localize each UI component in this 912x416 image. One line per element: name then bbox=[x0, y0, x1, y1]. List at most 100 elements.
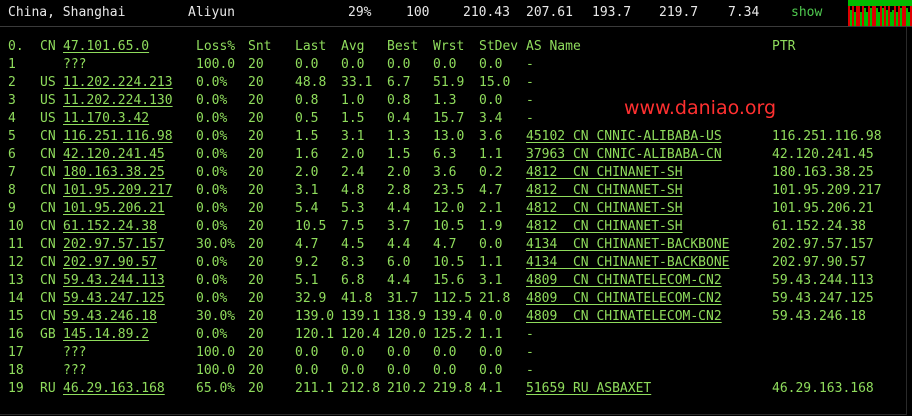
cell-sent: 20 bbox=[248, 111, 264, 126]
cell-last: 120.1 bbox=[295, 327, 335, 342]
header-sent: Snt bbox=[248, 39, 272, 54]
cell-worst: 12.0 bbox=[433, 201, 465, 216]
cell-country: CN bbox=[40, 165, 56, 180]
cell-best: 31.7 bbox=[387, 291, 419, 306]
cell-ptr: 42.120.241.45 bbox=[772, 147, 874, 162]
cell-worst: 10.5 bbox=[433, 219, 465, 234]
cell-worst: 125.2 bbox=[433, 327, 473, 342]
cell-best: 0.4 bbox=[387, 111, 411, 126]
cell-last: 48.8 bbox=[295, 75, 327, 90]
cell-avg: 3.1 bbox=[341, 129, 365, 144]
cell-hop: 2 bbox=[8, 75, 16, 90]
cell-sent: 20 bbox=[248, 273, 264, 288]
cell-loss: 0.0% bbox=[196, 183, 228, 198]
cell-stdev: 2.1 bbox=[479, 201, 503, 216]
cell-ptr: 46.29.163.168 bbox=[772, 381, 874, 396]
cell-best: 0.0 bbox=[387, 363, 411, 378]
cell-hop: 1 bbox=[8, 57, 16, 72]
cell-ptr: 59.43.246.18 bbox=[772, 309, 866, 324]
cell-avg: 7.5 bbox=[341, 219, 365, 234]
cell-loss: 0.0% bbox=[196, 255, 228, 270]
cell-sent: 20 bbox=[248, 237, 264, 252]
cell-last: 4.7 bbox=[295, 237, 319, 252]
cell-sent: 20 bbox=[248, 201, 264, 216]
cell-worst: 10.5 bbox=[433, 255, 465, 270]
cell-hop: 19 bbox=[8, 381, 24, 396]
show-toggle[interactable]: show bbox=[791, 5, 822, 20]
cell-avg: 139.1 bbox=[341, 309, 381, 324]
cell-stdev: 0.0 bbox=[479, 237, 503, 252]
cell-last: 3.1 bbox=[295, 183, 319, 198]
provider-label: Aliyun bbox=[188, 5, 235, 20]
cell-best: 0.0 bbox=[387, 57, 411, 72]
cell-avg: 2.0 bbox=[341, 147, 365, 162]
cell-hop: 10 bbox=[8, 219, 24, 234]
cell-ptr: 101.95.209.217 bbox=[772, 183, 882, 198]
cell-worst: 6.3 bbox=[433, 147, 457, 162]
cell-as-name: 4809 CN CHINATELECOM-CN2 bbox=[526, 273, 722, 288]
summary-bar: China, Shanghai Aliyun 29% 100 210.43 20… bbox=[0, 0, 912, 27]
cell-as-name: - bbox=[526, 345, 534, 360]
cell-host: ??? bbox=[63, 345, 87, 360]
cell-stdev: 1.1 bbox=[479, 255, 503, 270]
cell-best: 4.4 bbox=[387, 201, 411, 216]
header-hop: 0. bbox=[8, 39, 24, 54]
cell-stdev: 0.0 bbox=[479, 93, 503, 108]
cell-ptr: 101.95.206.21 bbox=[772, 201, 874, 216]
metric-3: 193.7 bbox=[592, 5, 632, 20]
cell-loss: 30.0% bbox=[196, 237, 236, 252]
cell-avg: 4.8 bbox=[341, 183, 365, 198]
cell-stdev: 0.0 bbox=[479, 57, 503, 72]
cell-country: US bbox=[40, 111, 56, 126]
cell-last: 1.6 bbox=[295, 147, 319, 162]
cell-stdev: 3.1 bbox=[479, 273, 503, 288]
cell-country: CN bbox=[40, 183, 56, 198]
cell-host: ??? bbox=[63, 57, 87, 72]
cell-loss: 100.0 bbox=[196, 363, 236, 378]
cell-ptr: 202.97.90.57 bbox=[772, 255, 866, 270]
cell-last: 0.5 bbox=[295, 111, 319, 126]
sent-value: 100 bbox=[406, 5, 430, 20]
header-host: 47.101.65.0 bbox=[63, 39, 150, 54]
cell-best: 3.7 bbox=[387, 219, 411, 234]
loss-value: 29% bbox=[348, 5, 372, 20]
cell-as-name: - bbox=[526, 111, 534, 126]
cell-worst: 13.0 bbox=[433, 129, 465, 144]
cell-host: 101.95.206.21 bbox=[63, 201, 165, 216]
cell-last: 211.1 bbox=[295, 381, 335, 396]
cell-best: 0.8 bbox=[387, 93, 411, 108]
cell-stdev: 1.9 bbox=[479, 219, 503, 234]
cell-country: CN bbox=[40, 201, 56, 216]
cell-best: 0.0 bbox=[387, 345, 411, 360]
cell-last: 32.9 bbox=[295, 291, 327, 306]
cell-hop: 18 bbox=[8, 363, 24, 378]
cell-last: 0.0 bbox=[295, 345, 319, 360]
cell-ptr: 116.251.116.98 bbox=[772, 129, 882, 144]
cell-avg: 5.3 bbox=[341, 201, 365, 216]
cell-last: 0.8 bbox=[295, 93, 319, 108]
cell-avg: 8.3 bbox=[341, 255, 365, 270]
cell-country: US bbox=[40, 93, 56, 108]
cell-sent: 20 bbox=[248, 219, 264, 234]
cell-country: CN bbox=[40, 129, 56, 144]
cell-as-name: 37963 CN CNNIC-ALIBABA-CN bbox=[526, 147, 722, 162]
cell-worst: 4.7 bbox=[433, 237, 457, 252]
cell-loss: 0.0% bbox=[196, 201, 228, 216]
cell-as-name: - bbox=[526, 75, 534, 90]
cell-avg: 1.0 bbox=[341, 93, 365, 108]
header-best: Best bbox=[387, 39, 419, 54]
cell-worst: 139.4 bbox=[433, 309, 473, 324]
cell-hop: 12 bbox=[8, 255, 24, 270]
cell-best: 138.9 bbox=[387, 309, 427, 324]
cell-country: CN bbox=[40, 273, 56, 288]
cell-hop: 8 bbox=[8, 183, 16, 198]
cell-loss: 0.0% bbox=[196, 129, 228, 144]
cell-loss: 0.0% bbox=[196, 273, 228, 288]
cell-host: 116.251.116.98 bbox=[63, 129, 173, 144]
cell-as-name: 4809 CN CHINATELECOM-CN2 bbox=[526, 291, 722, 306]
cell-sent: 20 bbox=[248, 165, 264, 180]
cell-sent: 20 bbox=[248, 345, 264, 360]
cell-worst: 15.7 bbox=[433, 111, 465, 126]
cell-stdev: 0.0 bbox=[479, 363, 503, 378]
cell-avg: 1.5 bbox=[341, 111, 365, 126]
